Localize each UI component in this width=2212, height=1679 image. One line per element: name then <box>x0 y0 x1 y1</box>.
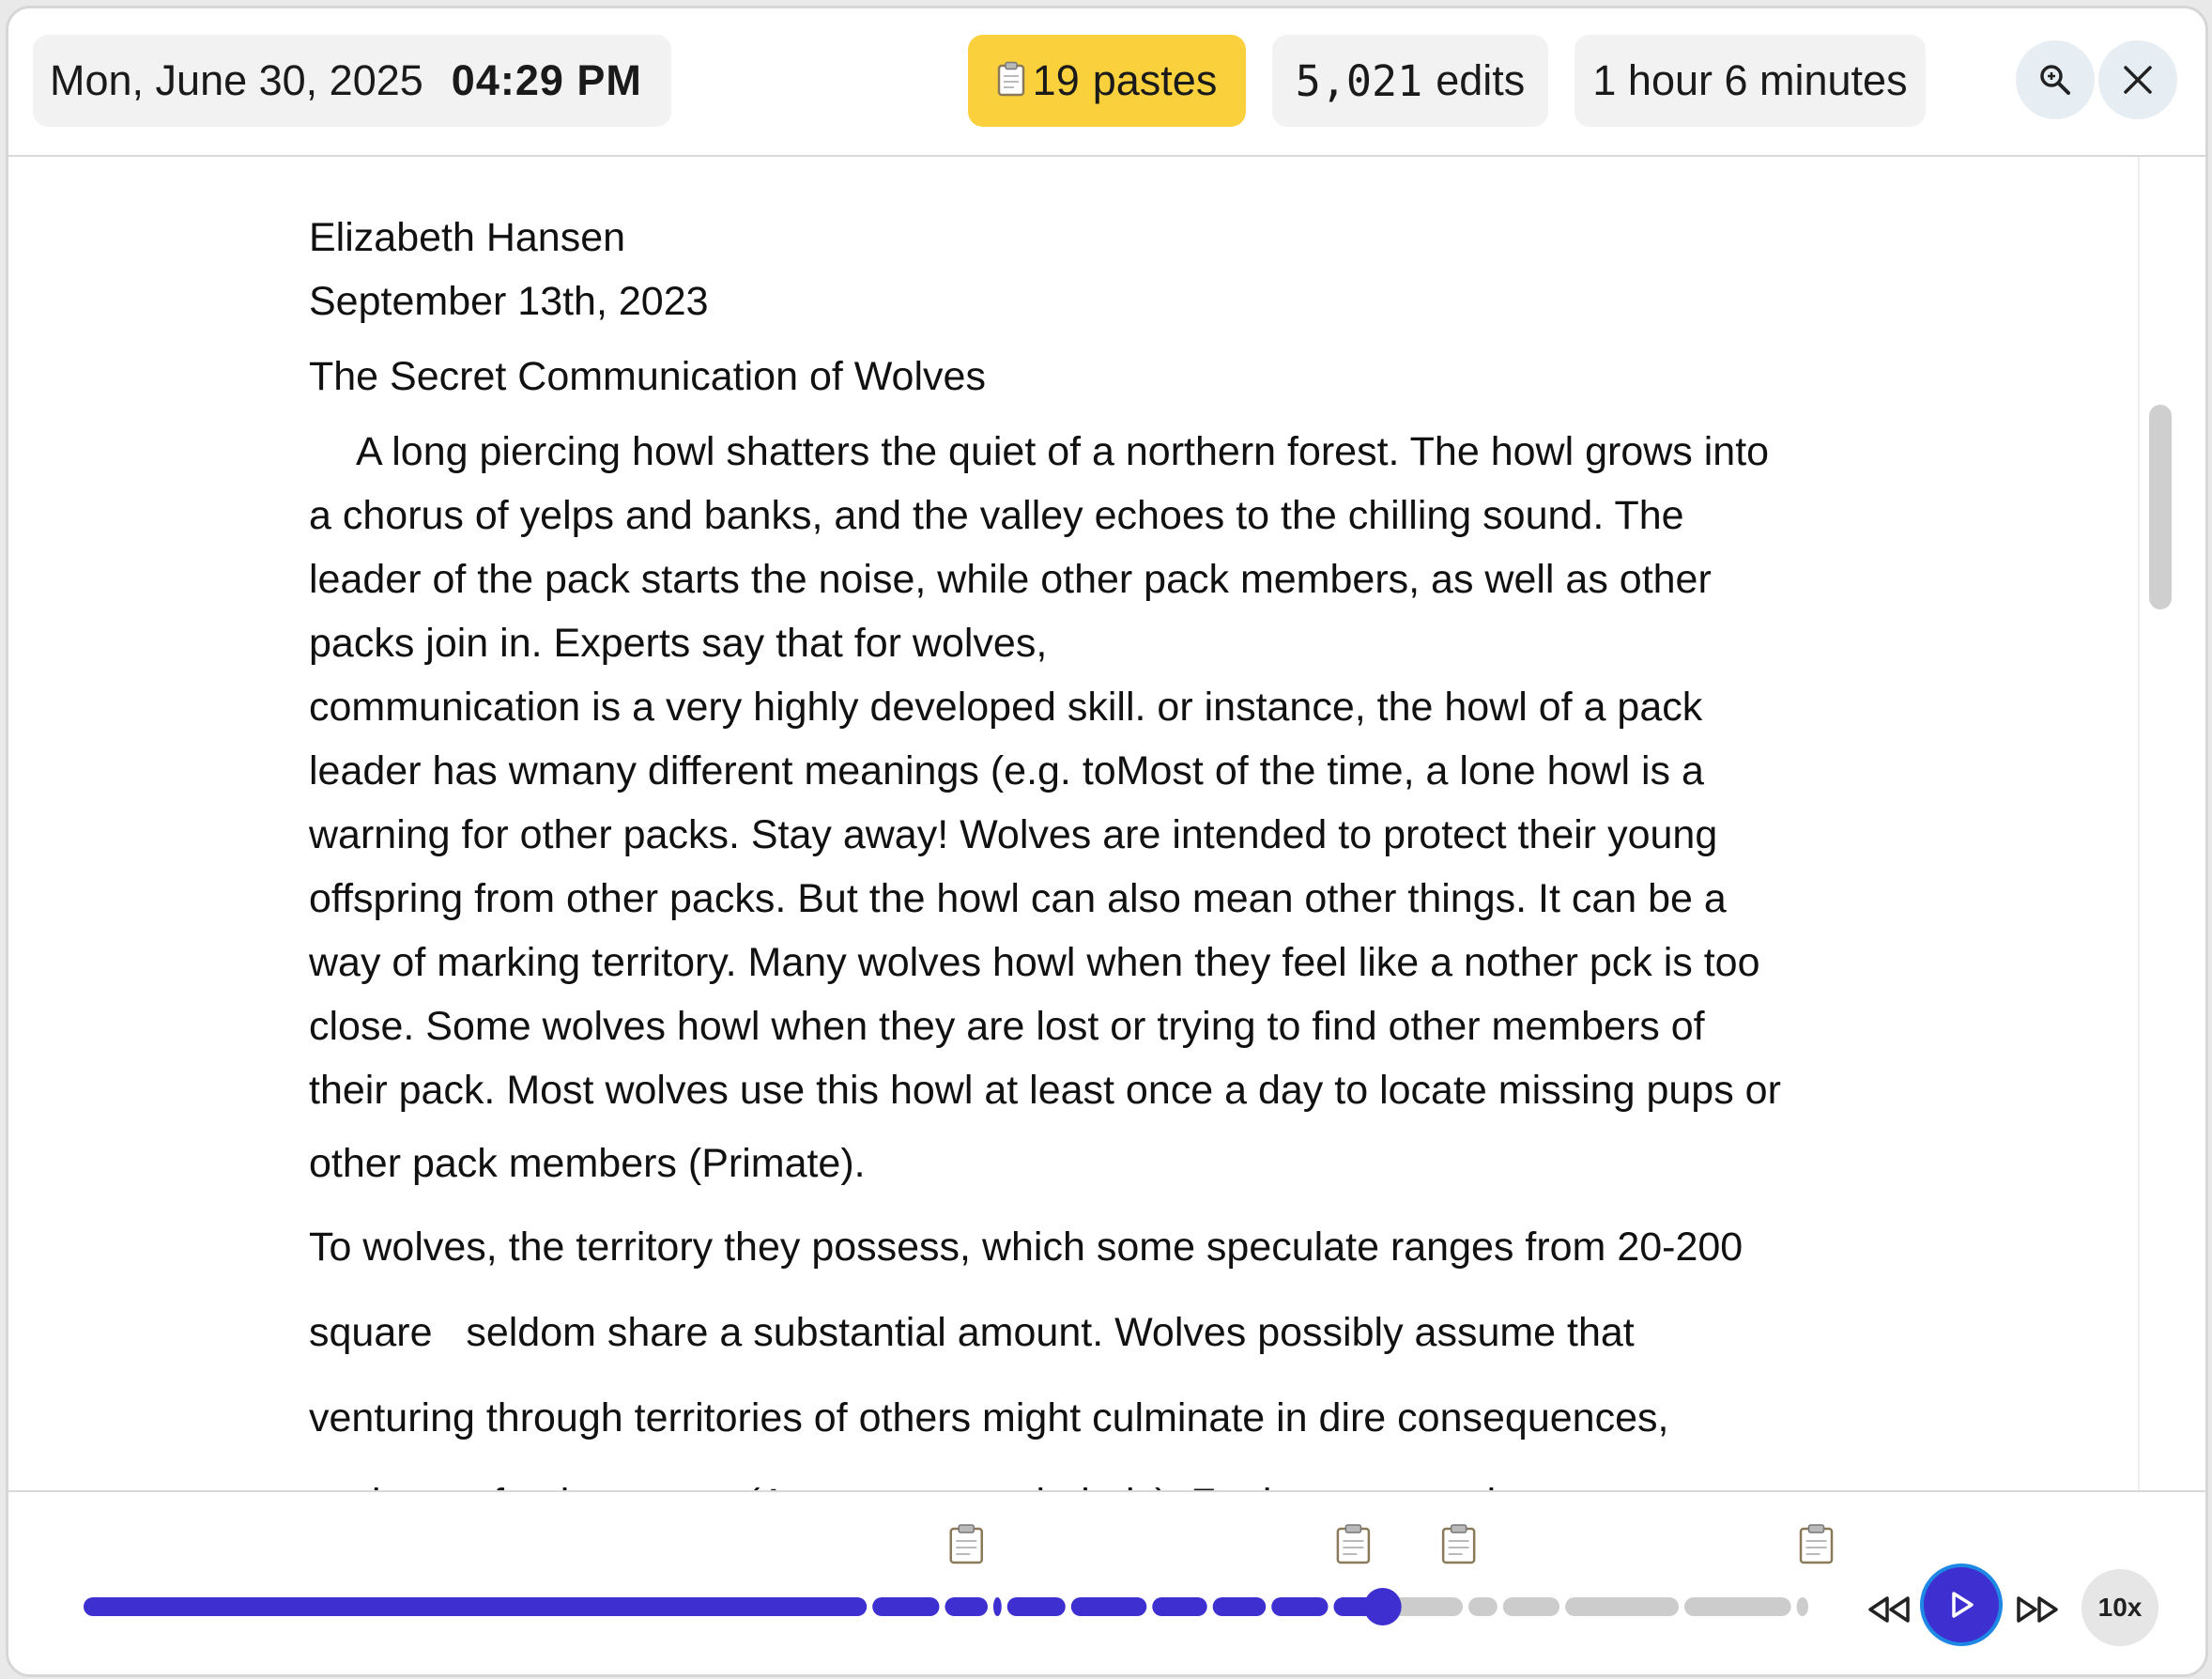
text-line: packs join in. Experts say that for wolv… <box>309 621 1048 666</box>
scrollbar-thumb[interactable] <box>2149 405 2172 609</box>
timeline-segment-played <box>945 1597 988 1616</box>
pastes-badge[interactable]: 19 pastes <box>968 35 1246 127</box>
pastes-count: 19 <box>1032 56 1080 104</box>
paste-marker-clipboard-icon[interactable] <box>1799 1524 1834 1564</box>
timeline-segment <box>1502 1597 1560 1616</box>
playback-bar: 10x <box>8 1490 2205 1674</box>
text-line: warning for other packs. Stay away! Wolv… <box>309 812 1718 857</box>
close-button[interactable] <box>2098 40 2177 119</box>
paste-marker-clipboard-icon[interactable] <box>1441 1524 1476 1564</box>
text-line: way of marking territory. Many wolves ho… <box>309 940 1760 985</box>
document-viewport[interactable]: Elizabeth Hansen September 13th, 2023 Th… <box>8 157 2205 1490</box>
fast-forward-button[interactable] <box>2010 1588 2065 1631</box>
timeline-segment-played <box>1152 1597 1207 1616</box>
play-button[interactable] <box>1920 1563 2003 1646</box>
replay-window: Mon, June 30, 2025 04:29 PM 19 pastes 5,… <box>6 6 2208 1677</box>
clipboard-icon <box>997 61 1024 97</box>
document-date: September 13th, 2023 <box>309 279 709 324</box>
fast-forward-icon <box>2017 1596 2058 1623</box>
text-line: venturing through territories of others … <box>309 1395 1669 1440</box>
scrollbar-track[interactable] <box>2138 157 2140 1490</box>
playback-speed-button[interactable]: 10x <box>2081 1569 2158 1646</box>
rewind-button[interactable] <box>1862 1588 1916 1631</box>
text-line: A long piercing howl shatters the quiet … <box>356 429 1770 474</box>
edits-badge: 5,021 edits <box>1272 35 1548 127</box>
time-text: 04:29 PM <box>451 56 642 104</box>
text-line: leader has wmany different meanings (e.g… <box>309 748 1704 793</box>
zoom-search-icon <box>2040 65 2070 95</box>
text-line: other pack members (Primate). <box>309 1141 866 1186</box>
zoom-button[interactable] <box>2016 40 2095 119</box>
close-icon <box>2124 66 2152 94</box>
text-line: leader of the pack starts the noise, whi… <box>309 557 1712 602</box>
text-line: communication is a very highly developed… <box>309 685 1703 730</box>
timeline-segment-played <box>1212 1597 1267 1616</box>
timeline-segment-played <box>872 1597 940 1616</box>
edits-count: 5,021 <box>1295 55 1423 106</box>
timeline-segment <box>1468 1597 1498 1616</box>
edits-label: edits <box>1436 56 1526 104</box>
timestamp-pill: Mon, June 30, 2025 04:29 PM <box>33 35 671 127</box>
timeline-segment <box>1684 1597 1791 1616</box>
author-line: Elizabeth Hansen <box>309 215 626 260</box>
paragraph-1: A long piercing howl shatters the quiet … <box>309 420 1886 1195</box>
timeline-segment-played <box>1070 1597 1147 1616</box>
text-line: close. Some wolves howl when they are lo… <box>309 1004 1705 1049</box>
timeline-scrubber[interactable] <box>8 1492 1886 1676</box>
text-line: square seldom share a substantial amount… <box>309 1310 1635 1355</box>
text-line: To wolves, the territory they possess, w… <box>309 1225 1743 1270</box>
document-body: Elizabeth Hansen September 13th, 2023 Th… <box>309 206 1886 1490</box>
pastes-label: pastes <box>1092 56 1218 104</box>
rewind-icon <box>1868 1596 1910 1623</box>
paste-marker-clipboard-icon[interactable] <box>949 1524 983 1564</box>
timeline-playhead[interactable] <box>1363 1588 1402 1625</box>
paste-marker-clipboard-icon[interactable] <box>1336 1524 1371 1564</box>
text-line: their pack. Most wolves use this howl at… <box>309 1068 1781 1113</box>
text-line: offspring from other packs. But the howl… <box>309 876 1727 921</box>
text-line: such as a fatal outcome (Anonymous, scho… <box>309 1461 1886 1490</box>
duration-badge: 1 hour 6 minutes <box>1575 35 1926 127</box>
play-icon <box>1952 1592 1974 1618</box>
text-line: a chorus of yelps and banks, and the val… <box>309 493 1684 538</box>
timeline-segment <box>1565 1597 1679 1616</box>
duration-text: 1 hour 6 minutes <box>1592 56 1908 104</box>
paragraph-2: To wolves, the territory they possess, w… <box>309 1205 1886 1490</box>
timeline-segment-played <box>1006 1597 1066 1616</box>
document-title: The Secret Communication of Wolves <box>309 354 986 399</box>
timeline-segment <box>1796 1597 1808 1616</box>
timeline-segment-played <box>1271 1597 1329 1616</box>
timeline-segment-played <box>993 1597 1002 1616</box>
timeline-segment-played <box>84 1597 868 1616</box>
header-bar: Mon, June 30, 2025 04:29 PM 19 pastes 5,… <box>8 8 2205 157</box>
date-text: Mon, June 30, 2025 <box>50 56 423 104</box>
